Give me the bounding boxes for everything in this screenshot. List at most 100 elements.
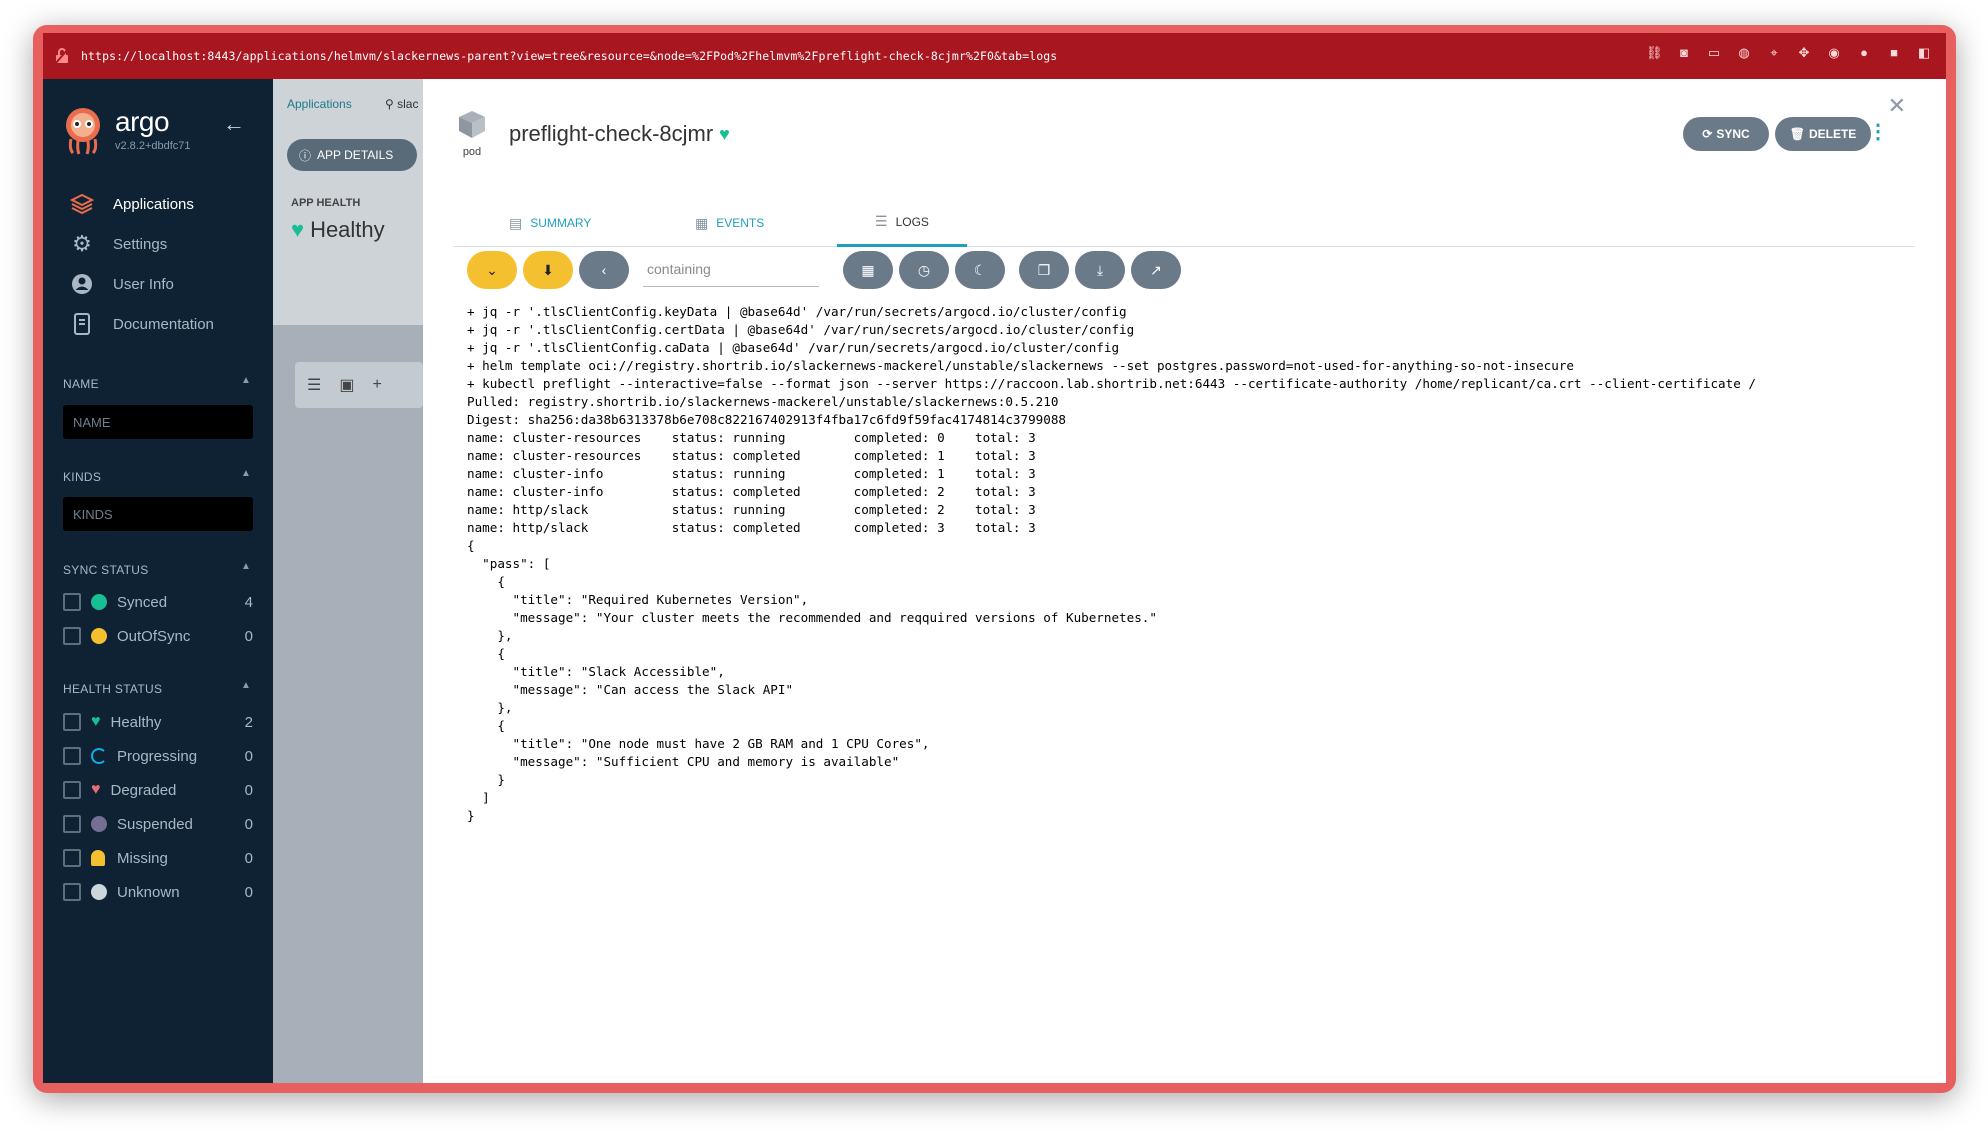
list-view-icon[interactable]: ☰ bbox=[307, 375, 321, 395]
ublock-icon[interactable]: ● bbox=[1856, 45, 1872, 61]
filter-progressing[interactable]: Progressing 0 bbox=[63, 745, 253, 767]
checkbox[interactable] bbox=[63, 627, 81, 645]
url-bar[interactable]: https://localhost:8443/applications/helm… bbox=[43, 33, 1946, 79]
collapse-caret-icon[interactable]: ▲ bbox=[241, 375, 251, 386]
nav-documentation[interactable]: Documentation bbox=[69, 309, 214, 339]
collapse-caret-icon[interactable]: ▲ bbox=[241, 680, 251, 691]
reader-icon[interactable]: ▭ bbox=[1706, 45, 1722, 61]
zoom-in-icon[interactable]: + bbox=[372, 376, 381, 394]
fit-view-icon[interactable]: ▣ bbox=[339, 375, 354, 395]
app-health-label: APP HEALTH bbox=[291, 197, 361, 209]
open-new-window-button[interactable]: ↗ bbox=[1131, 251, 1181, 289]
filter-synced[interactable]: Synced 4 bbox=[63, 591, 253, 613]
filter-title-text: KINDS bbox=[63, 470, 102, 484]
delete-button[interactable]: 🗑 DELETE bbox=[1775, 117, 1871, 151]
m-extension-icon[interactable]: ■ bbox=[1886, 45, 1902, 61]
link-icon[interactable]: ⛓ bbox=[1646, 45, 1663, 61]
collapse-sidebar-icon[interactable]: ← bbox=[223, 111, 245, 137]
heart-icon: ♥ bbox=[291, 217, 305, 242]
calendar-icon: ▦ bbox=[695, 214, 709, 231]
more-menu-icon[interactable]: ⋮ bbox=[1868, 119, 1888, 144]
filter-label: Suspended bbox=[117, 815, 193, 833]
breadcrumb-applications[interactable]: Applications bbox=[287, 97, 352, 111]
argo-octopus-logo bbox=[66, 108, 100, 155]
dark-mode-button[interactable]: ☾ bbox=[955, 251, 1005, 289]
log-filter-input[interactable]: containing bbox=[643, 255, 819, 287]
health-status-title[interactable]: HEALTH STATUS ▲ bbox=[63, 680, 251, 696]
since-time-button[interactable]: ▦ bbox=[843, 251, 893, 289]
tab-summary[interactable]: ▤ SUMMARY bbox=[509, 199, 591, 247]
sidebar-toggle-icon[interactable]: ◧ bbox=[1916, 45, 1932, 61]
tab-events[interactable]: ▦ EVENTS bbox=[695, 199, 764, 247]
checkbox[interactable] bbox=[63, 781, 81, 799]
log-output[interactable]: + jq -r '.tlsClientConfig.keyData | @bas… bbox=[467, 303, 1913, 1071]
filter-degraded[interactable]: ♥ Degraded 0 bbox=[63, 779, 253, 801]
crosshair-icon[interactable]: ⌖ bbox=[1766, 45, 1782, 61]
checkbox[interactable] bbox=[63, 815, 81, 833]
app-details-button[interactable]: ⓘ APP DETAILS bbox=[287, 139, 417, 171]
close-icon[interactable]: ✕ bbox=[1888, 93, 1906, 119]
checkbox[interactable] bbox=[63, 883, 81, 901]
filter-count: 2 bbox=[244, 713, 253, 731]
scroll-bottom-button[interactable]: ⬇ bbox=[523, 251, 573, 289]
sync-button[interactable]: ⟳ SYNC bbox=[1683, 117, 1769, 151]
copy-logs-button[interactable]: ❐ bbox=[1019, 251, 1069, 289]
collapse-caret-icon[interactable]: ▲ bbox=[241, 561, 251, 572]
log-line: name: http/slack status: completed compl… bbox=[467, 520, 1036, 535]
log-line: }, bbox=[467, 700, 513, 715]
sync-status-title[interactable]: SYNC STATUS ▲ bbox=[63, 561, 251, 577]
log-line: name: cluster-resources status: complete… bbox=[467, 448, 1036, 463]
double-chevron-down-icon: ⌄ bbox=[486, 261, 498, 278]
name-filter-title[interactable]: NAME ▲ bbox=[63, 375, 251, 391]
kind-label: pod bbox=[462, 146, 482, 158]
tab-logs[interactable]: ☰ LOGS bbox=[837, 199, 967, 247]
filter-missing[interactable]: Missing 0 bbox=[63, 847, 253, 869]
filter-count: 0 bbox=[244, 883, 253, 901]
kinds-filter-title[interactable]: KINDS ▲ bbox=[63, 468, 251, 484]
download-logs-button[interactable]: ⤓ bbox=[1075, 251, 1125, 289]
checkbox[interactable] bbox=[63, 747, 81, 765]
nav-applications[interactable]: Applications bbox=[69, 189, 214, 219]
collapse-caret-icon[interactable]: ▲ bbox=[241, 468, 251, 479]
log-line: { bbox=[467, 718, 505, 733]
camera-icon[interactable]: ◙ bbox=[1676, 45, 1692, 61]
log-line: Digest: sha256:da38b6313378b6e708c822167… bbox=[467, 412, 1066, 427]
follow-logs-button[interactable]: ⌄ bbox=[467, 251, 517, 289]
nav-label: User Info bbox=[113, 275, 174, 293]
breadcrumb-search[interactable]: ⚲ slac bbox=[385, 97, 418, 111]
main-nav: Applications ⚙ Settings User Info Docume… bbox=[69, 189, 214, 349]
browser-window: https://localhost:8443/applications/helm… bbox=[33, 25, 1956, 1093]
tab-label: EVENTS bbox=[716, 216, 765, 230]
nav-user-info[interactable]: User Info bbox=[69, 269, 214, 299]
question-icon bbox=[91, 884, 107, 900]
name-filter-input[interactable]: NAME bbox=[63, 405, 253, 439]
nav-settings[interactable]: ⚙ Settings bbox=[69, 229, 214, 259]
filter-label: Healthy bbox=[110, 713, 162, 731]
filter-count: 4 bbox=[244, 593, 253, 611]
nav-label: Settings bbox=[113, 235, 168, 253]
app-health-status: ♥ Healthy bbox=[291, 217, 385, 243]
resource-details-panel: ✕ pod preflight-check-8cjmr ♥ ⟳ SYNC 🗑 D… bbox=[423, 79, 1946, 1083]
filter-suspended[interactable]: Suspended 0 bbox=[63, 813, 253, 835]
logo[interactable]: argo v2.8.2+dbdfc71 bbox=[61, 105, 191, 155]
filter-count: 0 bbox=[244, 849, 253, 867]
kinds-filter-input[interactable]: KINDS bbox=[63, 497, 253, 531]
log-line: + jq -r '.tlsClientConfig.caData | @base… bbox=[467, 340, 1120, 355]
timestamps-button[interactable]: ◷ bbox=[899, 251, 949, 289]
profile-icon[interactable]: ◉ bbox=[1826, 45, 1842, 61]
globe-icon[interactable]: ◍ bbox=[1736, 45, 1752, 61]
checkbox[interactable] bbox=[63, 713, 81, 731]
filter-unknown[interactable]: Unknown 0 bbox=[63, 881, 253, 903]
chevron-left-icon: ‹ bbox=[601, 262, 607, 278]
checkbox[interactable] bbox=[63, 593, 81, 611]
clock-icon: ◷ bbox=[917, 261, 931, 278]
filter-healthy[interactable]: ♥ Healthy 2 bbox=[63, 711, 253, 733]
filter-outofsync[interactable]: OutOfSync 0 bbox=[63, 625, 253, 647]
app-background: Applications ⚲ slac ⓘ APP DETAILS APP HE… bbox=[273, 79, 423, 1083]
trash-icon: 🗑 bbox=[1789, 127, 1805, 141]
extension-icon[interactable]: ✥ bbox=[1796, 45, 1812, 61]
checkbox[interactable] bbox=[63, 849, 81, 867]
heart-icon: ♥ bbox=[719, 123, 730, 144]
previous-container-button[interactable]: ‹ bbox=[579, 251, 629, 289]
external-link-icon: ↗ bbox=[1150, 261, 1162, 278]
